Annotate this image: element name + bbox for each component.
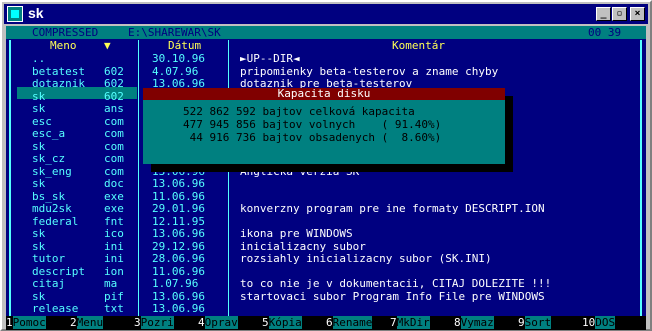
file-row[interactable]: sk doc 13.06.96 — [6, 177, 646, 190]
file-row[interactable]: tutor ini 28.06.96 rozsiahly inicializacny … — [6, 252, 646, 265]
fkey-number: 7 — [390, 316, 397, 329]
title-bar: sk _ ▫ × — [4, 4, 648, 24]
file-date: 1.07.96 — [152, 277, 199, 290]
file-ext: ans — [104, 102, 124, 115]
file-comment: startovaci subor Program Info File pre W… — [240, 289, 545, 303]
file-name: .. — [32, 52, 46, 65]
file-name: sk — [32, 177, 46, 190]
file-row[interactable]: mdu2sk exe 29.01.96 konverzny program pre i… — [6, 202, 646, 215]
fkey-number: 1 — [6, 316, 13, 329]
current-path: E:\SHAREWAR\SK — [128, 26, 221, 39]
fkey-3[interactable]: 3Pozri — [134, 316, 174, 329]
fkey-label: Pomoc — [12, 316, 46, 329]
file-ext: com — [104, 152, 124, 165]
file-ext: ini — [104, 252, 124, 265]
col-header-name[interactable]: Meno — [50, 39, 77, 53]
file-name: citaj — [32, 277, 66, 290]
file-ext: 602 — [104, 77, 124, 90]
fkey-label: Oprav — [204, 316, 238, 329]
fkey-number: 5 — [262, 316, 269, 329]
file-row[interactable]: .. 30.10.96 ►UP--DIR◄ — [6, 52, 646, 65]
file-name: esc_a — [32, 127, 66, 140]
file-date: 30.10.96 — [152, 52, 205, 65]
disk-capacity-dialog: Kapacita disku 522 862 592 bajtov celkov… — [143, 87, 505, 164]
fkey-label: DOS — [595, 316, 616, 329]
col-header-comment[interactable]: Komentár — [392, 39, 445, 53]
window-title: sk — [28, 5, 44, 21]
file-ext: exe — [104, 202, 124, 215]
fkey-10[interactable]: 10DOS — [582, 316, 616, 329]
file-name: dotaznik — [32, 77, 85, 90]
fkey-number: 6 — [326, 316, 333, 329]
fkey-label: Sort — [524, 316, 552, 329]
fkey-number: 9 — [518, 316, 525, 329]
fkey-label: Vymaz — [460, 316, 494, 329]
file-date: 13.06.96 — [152, 177, 205, 190]
fkey-label: Menu — [76, 316, 104, 329]
capacity-total: 522 862 592 bajtov celková kapacita — [183, 105, 415, 118]
file-name: tutor — [32, 252, 66, 265]
fkey-8[interactable]: 8Vymaz — [454, 316, 494, 329]
fkey-6[interactable]: 6Rename — [326, 316, 373, 329]
file-name: sk — [32, 102, 46, 115]
file-date: 13.06.96 — [152, 227, 205, 240]
file-ext: ico — [104, 227, 124, 240]
file-name: mdu2sk — [32, 202, 72, 215]
fkey-4[interactable]: 4Oprav — [198, 316, 238, 329]
file-ext: com — [104, 127, 124, 140]
app-window: sk _ ▫ × COMPRESSED E:\SHAREWAR\SK 00 39… — [0, 0, 652, 331]
file-comment: ►UP--DIR◄ — [240, 52, 300, 65]
file-row[interactable]: sk ico 13.06.96 ikona pre WINDOWS — [6, 227, 646, 240]
fkey-label: Kópia — [268, 316, 302, 329]
fkey-number: 8 — [454, 316, 461, 329]
file-row[interactable]: federal fnt 12.11.95 — [6, 215, 646, 228]
app-icon[interactable] — [7, 6, 23, 22]
fkey-label: MkDir — [396, 316, 430, 329]
fkey-number: 2 — [70, 316, 77, 329]
clock: 00 39 — [588, 26, 622, 39]
file-ext: doc — [104, 177, 124, 190]
file-date: 28.06.96 — [152, 252, 205, 265]
fkey-5[interactable]: 5Kópia — [262, 316, 302, 329]
file-row[interactable]: bs_sk exe 11.06.96 — [6, 190, 646, 203]
file-row[interactable]: sk pif 13.06.96 startovaci subor Program In… — [6, 289, 646, 303]
file-comment: to co nie je v dokumentacii, CITAJ DOLEZ… — [240, 277, 552, 290]
file-name: sk_cz — [32, 152, 66, 165]
dos-screen: COMPRESSED E:\SHAREWAR\SK 00 39 Meno ▼ D… — [6, 26, 646, 330]
maximize-button[interactable]: ▫ — [612, 7, 627, 21]
fkey-2[interactable]: 2Menu — [70, 316, 104, 329]
mode-label: COMPRESSED — [32, 26, 99, 39]
file-comment: rozsiahly inicializacny subor (SK.INI) — [240, 252, 492, 265]
fkey-number: 4 — [198, 316, 205, 329]
fkey-number: 3 — [134, 316, 141, 329]
file-comment: ikona pre WINDOWS — [240, 227, 353, 240]
file-ext: txt — [104, 302, 124, 315]
file-row[interactable]: citaj ma 1.07.96 to co nie je v dokumentaci… — [6, 277, 646, 290]
capacity-free: 477 945 856 bajtov volnych ( 91.40%) — [183, 118, 442, 131]
fkey-label: Pozri — [140, 316, 174, 329]
col-header-date[interactable]: Dátum — [168, 39, 201, 53]
file-row[interactable]: release txt 13.06.96 — [6, 302, 646, 315]
sort-arrow-icon[interactable]: ▼ — [104, 39, 111, 53]
fkey-1[interactable]: 1Pomoc — [6, 316, 46, 329]
path-bar: COMPRESSED E:\SHAREWAR\SK 00 39 — [6, 26, 646, 39]
fkey-label: Rename — [332, 316, 373, 329]
dialog-title: Kapacita disku — [143, 87, 505, 100]
minimize-button[interactable]: _ — [596, 7, 611, 21]
fkey-number: 10 — [582, 316, 596, 329]
file-row[interactable]: descript ion 11.06.96 — [6, 265, 646, 278]
file-ext: ma — [104, 277, 118, 290]
file-comment: konverzny program pre ine formaty DESCRI… — [240, 202, 545, 215]
file-name: sk — [32, 227, 46, 240]
function-key-bar: 1Pomoc 2Menu 3Pozri 4Oprav 5Kópia 6Rename 7MkD… — [6, 316, 646, 330]
fkey-9[interactable]: 9Sort — [518, 316, 552, 329]
file-row[interactable]: betatest 602 4.07.96 pripomienky beta-teste… — [6, 65, 646, 78]
capacity-used: 44 916 736 bajtov obsadenych ( 8.60%) — [183, 131, 442, 144]
fkey-7[interactable]: 7MkDir — [390, 316, 430, 329]
file-row[interactable]: sk ini 29.12.96 inicializacny subor — [6, 240, 646, 253]
file-date: 13.06.96 — [152, 302, 205, 315]
file-name: release — [32, 302, 79, 315]
close-button[interactable]: × — [630, 7, 645, 21]
file-date: 29.01.96 — [152, 202, 205, 215]
